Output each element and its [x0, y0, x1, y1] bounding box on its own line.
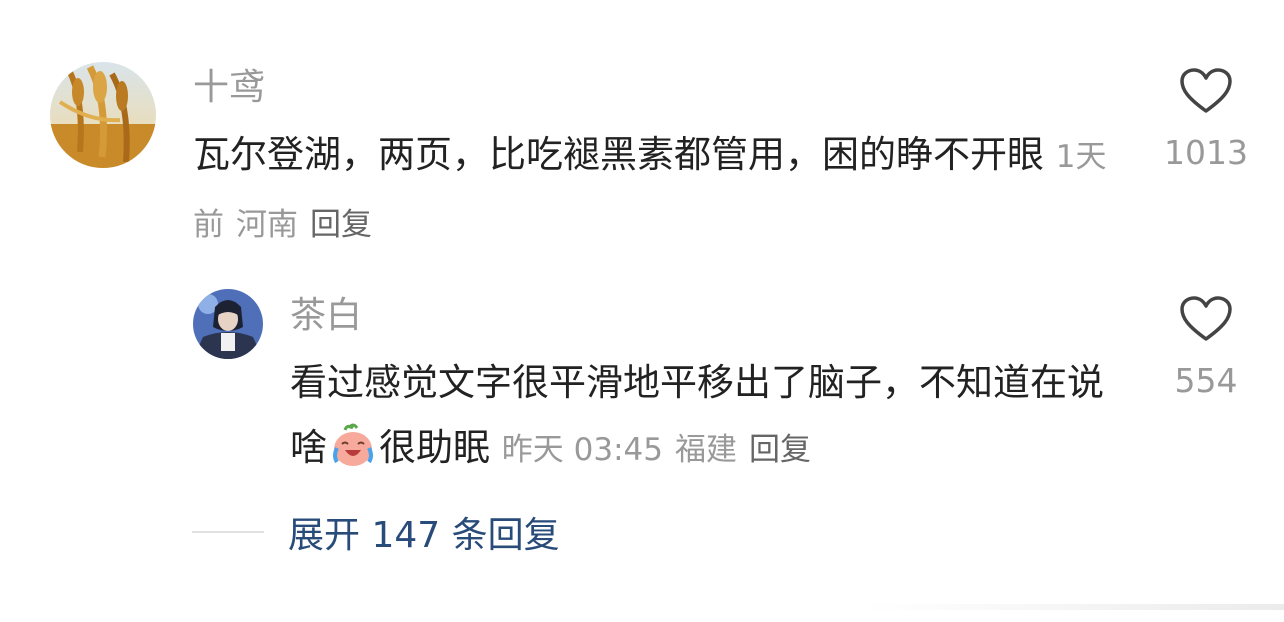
avatar[interactable] [50, 62, 156, 168]
comment-body: 瓦尔登湖，两页，比吃褪黑素都管用，困的睁不开眼 [193, 133, 1044, 176]
bottom-shadow [864, 604, 1284, 610]
reply-button[interactable]: 回复 [749, 432, 811, 468]
like-button[interactable]: 1013 [1156, 68, 1256, 169]
heart-icon [1180, 296, 1232, 341]
reply-button[interactable]: 回复 [310, 207, 372, 243]
expand-replies-row[interactable]: 展开 147 条回复 [192, 508, 560, 556]
divider-line [192, 531, 264, 533]
comment-location: 福建 [674, 432, 737, 468]
comment-text: 瓦尔登湖，两页，比吃褪黑素都管用，困的睁不开眼 1天前 河南 回复 [193, 122, 1113, 258]
expand-replies-button[interactable]: 展开 147 条回复 [288, 506, 560, 558]
like-button[interactable]: 554 [1156, 296, 1256, 397]
avatar[interactable] [193, 289, 263, 359]
comment-time: 昨天 03:45 [501, 432, 663, 468]
heart-icon [1180, 68, 1232, 113]
like-count: 554 [1174, 361, 1238, 400]
username[interactable]: 茶白 [290, 298, 362, 334]
like-count: 1013 [1164, 133, 1248, 172]
comment-location: 河南 [236, 207, 298, 243]
username[interactable]: 十鸢 [193, 70, 265, 106]
crying-laugh-emoji-icon [333, 423, 373, 466]
comment-body-tail: 很助眠 [379, 426, 490, 469]
comment-meta: 昨天 03:45 福建 回复 [502, 432, 823, 468]
comment-text: 看过感觉文字很平滑地平移出了脑子，不知道在说啥 很助眠 昨天 03:45 福建 回复 [290, 350, 1110, 483]
